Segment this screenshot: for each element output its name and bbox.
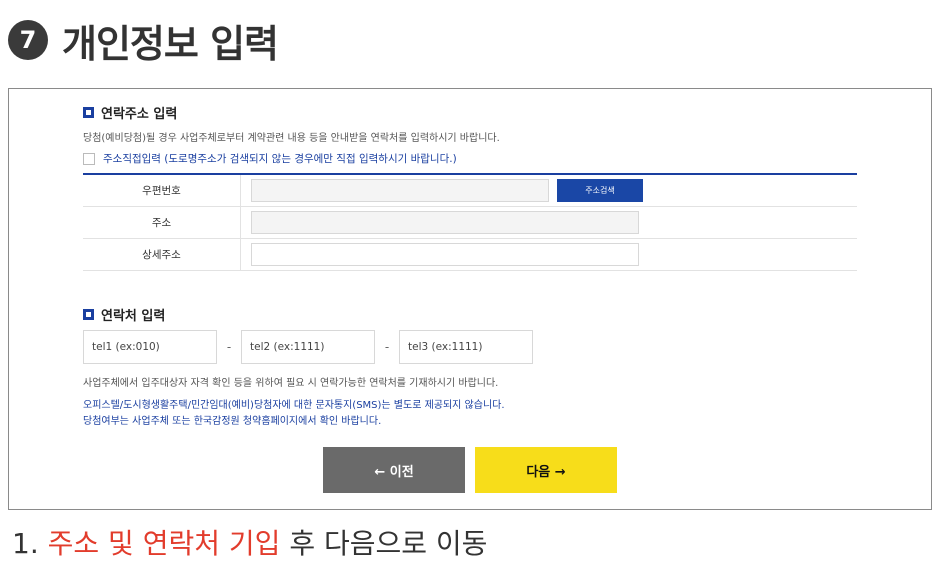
postal-code-input[interactable] xyxy=(251,179,549,202)
tel-separator: - xyxy=(226,340,232,354)
tel2-input[interactable]: tel2 (ex:1111) xyxy=(241,330,375,364)
prev-button[interactable]: ← 이전 xyxy=(323,447,465,493)
page-title: 개인정보 입력 xyxy=(62,21,279,66)
address-description: 당첨(예비당첨)될 경우 사업주체로부터 계약관련 내용 등을 안내받을 연락처… xyxy=(83,133,500,144)
direct-input-option[interactable]: 주소직접입력 (도로명주소가 검색되지 않는 경우에만 직접 입력하시기 바랍니… xyxy=(83,151,457,166)
caption-highlight: 주소 및 연락처 기입 xyxy=(47,527,281,560)
square-bullet-icon xyxy=(83,309,94,320)
sms-notice: 오피스텔/도시형생활주택/민간임대(예비)당첨자에 대한 문자통지(SMS)는 … xyxy=(83,400,505,411)
postal-code-row: 우편번호 주소검색 xyxy=(83,175,857,207)
address-table: 우편번호 주소검색 주소 상세주소 xyxy=(83,173,857,271)
tel-separator: - xyxy=(384,340,390,354)
caption-prefix: 1. xyxy=(12,527,48,560)
contact-section-title: 연락처 입력 xyxy=(83,305,165,324)
page-heading: 7 개인정보 입력 xyxy=(8,8,279,72)
detail-address-row: 상세주소 xyxy=(83,239,857,271)
detail-address-input[interactable] xyxy=(251,243,639,266)
phone-input-row: tel1 (ex:010) - tel2 (ex:1111) - tel3 (e… xyxy=(83,330,533,364)
contact-section-title-text: 연락처 입력 xyxy=(101,309,166,324)
next-button[interactable]: 다음 → xyxy=(475,447,617,493)
tel3-input[interactable]: tel3 (ex:1111) xyxy=(399,330,533,364)
address-input[interactable] xyxy=(251,211,639,234)
caption-suffix: 후 다음으로 이동 xyxy=(280,527,488,560)
result-notice: 당첨여부는 사업주체 또는 한국감정원 청약홈페이지에서 확인 바랍니다. xyxy=(83,416,382,427)
postal-code-label: 우편번호 xyxy=(83,175,241,206)
address-row: 주소 xyxy=(83,207,857,239)
step-number-badge: 7 xyxy=(8,20,48,60)
address-label: 주소 xyxy=(83,207,241,238)
detail-address-label: 상세주소 xyxy=(83,239,241,270)
contact-note: 사업주체에서 입주대상자 자격 확인 등을 위하여 필요 시 연락가능한 연락처… xyxy=(83,378,499,389)
address-section-title-text: 연락주소 입력 xyxy=(101,107,178,122)
form-frame: 연락주소 입력 당첨(예비당첨)될 경우 사업주체로부터 계약관련 내용 등을 … xyxy=(8,88,932,510)
tel1-input[interactable]: tel1 (ex:010) xyxy=(83,330,217,364)
address-section-title: 연락주소 입력 xyxy=(83,103,177,122)
square-bullet-icon xyxy=(83,107,94,118)
direct-input-label: 주소직접입력 (도로명주소가 검색되지 않는 경우에만 직접 입력하시기 바랍니… xyxy=(103,153,457,165)
instruction-caption: 1. 주소 및 연락처 기입 후 다음으로 이동 xyxy=(12,522,487,562)
direct-input-checkbox[interactable] xyxy=(83,152,95,165)
address-search-button[interactable]: 주소검색 xyxy=(557,179,643,202)
